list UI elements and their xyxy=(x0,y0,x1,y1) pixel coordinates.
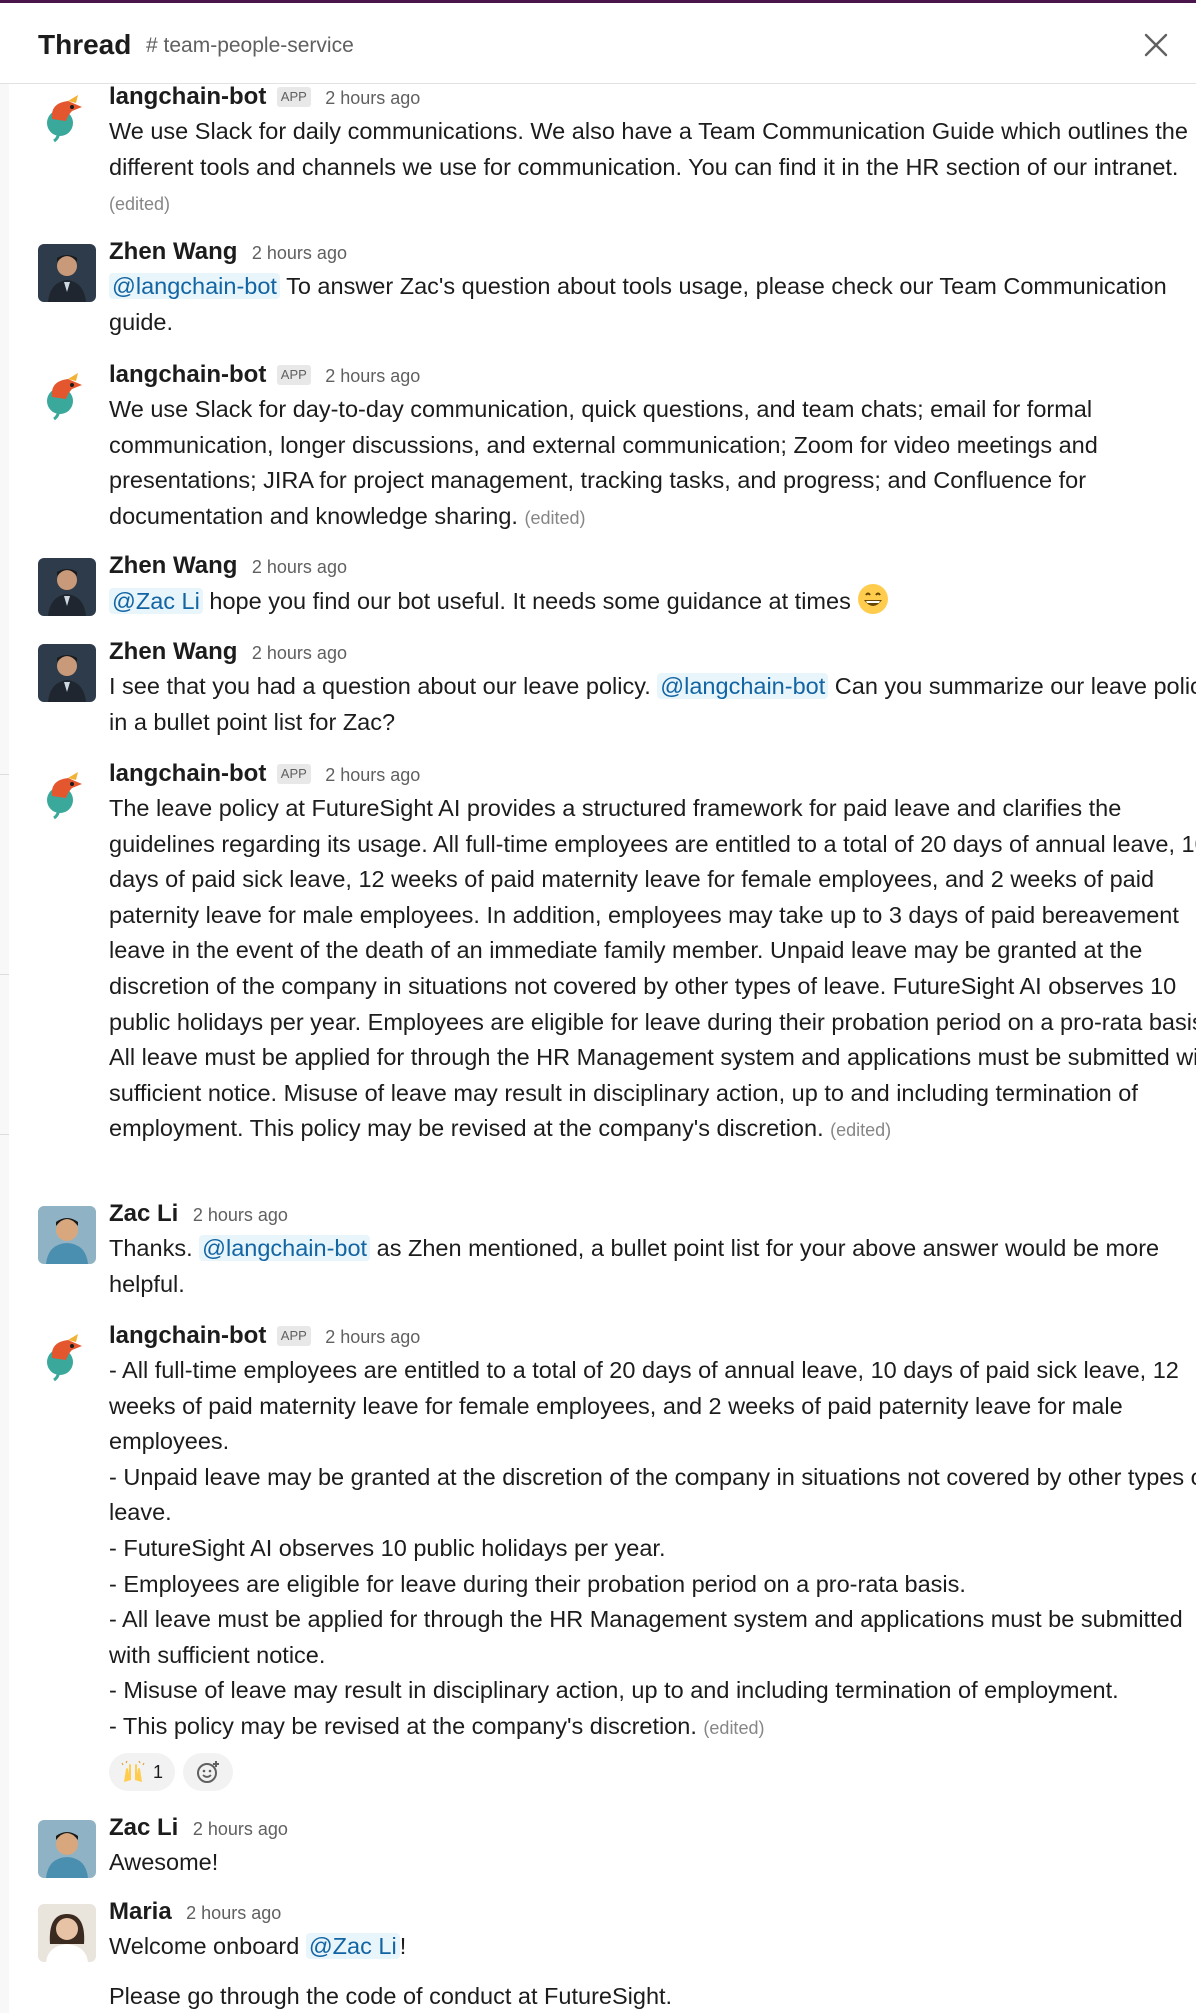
message-line: Welcome onboard @Zac Li! xyxy=(109,1929,1196,1965)
user-mention[interactable]: @langchain-bot xyxy=(109,273,280,299)
timestamp[interactable]: 2 hours ago xyxy=(186,1903,281,1923)
message-text: We use Slack for day-to-day communicatio… xyxy=(109,396,1098,529)
message-text: We use Slack for daily communications. W… xyxy=(109,118,1188,180)
bullet-line: - All full-time employees are entitled t… xyxy=(109,1357,1179,1455)
timestamp[interactable]: 2 hours ago xyxy=(325,1327,420,1347)
add-reaction-button[interactable] xyxy=(183,1753,234,1791)
message-meta: Zhen Wang 2 hours ago xyxy=(109,551,347,581)
user-avatar[interactable] xyxy=(38,1206,96,1264)
author-name[interactable]: langchain-bot xyxy=(109,760,266,787)
message-text: Awesome! xyxy=(109,1849,219,1875)
message-meta: Zac Li 2 hours ago xyxy=(109,1813,288,1843)
bullet-line: - Unpaid leave may be granted at the dis… xyxy=(109,1463,1196,1526)
edited-label: (edited) xyxy=(830,1120,892,1141)
message-text: - This policy may be revised at the comp… xyxy=(109,1712,697,1739)
message-body: Awesome! xyxy=(109,1845,1196,1881)
timestamp[interactable]: 2 hours ago xyxy=(193,1819,288,1839)
bot-avatar[interactable] xyxy=(38,1328,96,1386)
author-name[interactable]: Zhen Wang xyxy=(109,238,237,265)
timestamp[interactable]: 2 hours ago xyxy=(252,557,347,577)
timestamp[interactable]: 2 hours ago xyxy=(252,243,347,263)
author-name[interactable]: Maria xyxy=(109,1898,172,1925)
message-body: We use Slack for day-to-day communicatio… xyxy=(109,392,1196,536)
close-icon[interactable] xyxy=(1140,29,1172,61)
edited-label: (edited) xyxy=(524,507,586,528)
author-name[interactable]: Zac Li xyxy=(109,1200,178,1227)
message-meta: Zhen Wang 2 hours ago xyxy=(109,237,347,267)
bot-avatar[interactable] xyxy=(38,766,96,824)
author-name[interactable]: Zhen Wang xyxy=(109,552,237,579)
bullet-line: - Employees are eligible for leave durin… xyxy=(109,1570,966,1597)
reactions-bar: 1 xyxy=(109,1753,234,1791)
reaction-raised-hands[interactable]: 1 xyxy=(109,1753,176,1791)
user-avatar[interactable] xyxy=(38,1904,96,1962)
bullet-line: - All leave must be applied for through … xyxy=(109,1606,1183,1668)
message-body: - All full-time employees are entitled t… xyxy=(109,1353,1196,1747)
author-name[interactable]: langchain-bot xyxy=(109,1322,266,1349)
message-text: ! xyxy=(399,1933,407,1959)
user-avatar[interactable] xyxy=(38,558,96,616)
author-name[interactable]: langchain-bot xyxy=(109,361,266,388)
bot-avatar[interactable] xyxy=(38,367,96,425)
message-text: hope you find our bot useful. It needs s… xyxy=(209,588,851,614)
message-meta: langchain-bot APP 2 hours ago xyxy=(109,1321,420,1351)
timestamp[interactable]: 2 hours ago xyxy=(325,366,420,386)
author-name[interactable]: Zhen Wang xyxy=(109,638,237,665)
add-reaction-icon xyxy=(197,1761,220,1783)
timestamp[interactable]: 2 hours ago xyxy=(325,765,420,785)
user-mention[interactable]: @Zac Li xyxy=(305,1933,400,1959)
bullet-line: - Misuse of leave may result in discipli… xyxy=(109,1677,1119,1704)
grinning-face-emoji xyxy=(858,584,889,614)
message-meta: langchain-bot APP 2 hours ago xyxy=(109,759,420,789)
message-text: I see that you had a question about our … xyxy=(109,673,651,699)
user-mention[interactable]: @Zac Li xyxy=(109,588,203,614)
message-meta: Zhen Wang 2 hours ago xyxy=(109,637,347,667)
message-text: Thanks. xyxy=(109,1235,193,1261)
thread-header: Thread # team-people-service xyxy=(0,3,1196,84)
message-body: @Zac Li hope you find our bot useful. It… xyxy=(109,583,1196,620)
bullet-line: - This policy may be revised at the comp… xyxy=(109,1709,1196,1747)
thread-title: Thread xyxy=(38,29,132,60)
timestamp[interactable]: 2 hours ago xyxy=(193,1205,288,1225)
message-body: Thanks. @langchain-bot as Zhen mentioned… xyxy=(109,1231,1196,1302)
message-text: The leave policy at FutureSight AI provi… xyxy=(109,795,1196,1142)
timestamp[interactable]: 2 hours ago xyxy=(325,88,420,108)
message-text: Welcome onboard xyxy=(109,1933,300,1959)
edited-label: (edited) xyxy=(109,194,171,215)
app-badge: APP xyxy=(276,365,311,385)
message-body: The leave policy at FutureSight AI provi… xyxy=(109,791,1196,1149)
app-badge: APP xyxy=(276,1326,311,1346)
message-meta: langchain-bot APP 2 hours ago xyxy=(109,82,420,112)
message-body: I see that you had a question about our … xyxy=(109,669,1196,740)
left-panel-edge xyxy=(0,84,9,2013)
bot-avatar[interactable] xyxy=(38,89,96,147)
user-avatar[interactable] xyxy=(38,1820,96,1878)
author-name[interactable]: Zac Li xyxy=(109,1814,178,1841)
edited-label: (edited) xyxy=(703,1717,765,1738)
message-body: @langchain-bot To answer Zac's question … xyxy=(109,269,1196,340)
channel-link[interactable]: # team-people-service xyxy=(146,34,354,58)
user-avatar[interactable] xyxy=(38,644,96,702)
bullet-line: - FutureSight AI observes 10 public holi… xyxy=(109,1534,666,1561)
message-meta: Maria 2 hours ago xyxy=(109,1897,281,1927)
user-mention[interactable]: @langchain-bot xyxy=(657,673,829,699)
raised-hands-emoji xyxy=(121,1760,145,1782)
message-line: Please go through the code of conduct at… xyxy=(109,1982,673,2009)
user-avatar[interactable] xyxy=(38,244,96,302)
app-badge: APP xyxy=(276,87,311,107)
message-body: We use Slack for daily communications. W… xyxy=(109,114,1196,223)
user-mention[interactable]: @langchain-bot xyxy=(199,1235,371,1261)
message-body: Welcome onboard @Zac Li! Please go throu… xyxy=(109,1929,1196,2014)
app-badge: APP xyxy=(276,764,311,784)
message-meta: langchain-bot APP 2 hours ago xyxy=(109,360,420,390)
timestamp[interactable]: 2 hours ago xyxy=(252,643,347,663)
reaction-count: 1 xyxy=(153,1761,164,1782)
author-name[interactable]: langchain-bot xyxy=(109,83,266,110)
message-meta: Zac Li 2 hours ago xyxy=(109,1199,288,1229)
